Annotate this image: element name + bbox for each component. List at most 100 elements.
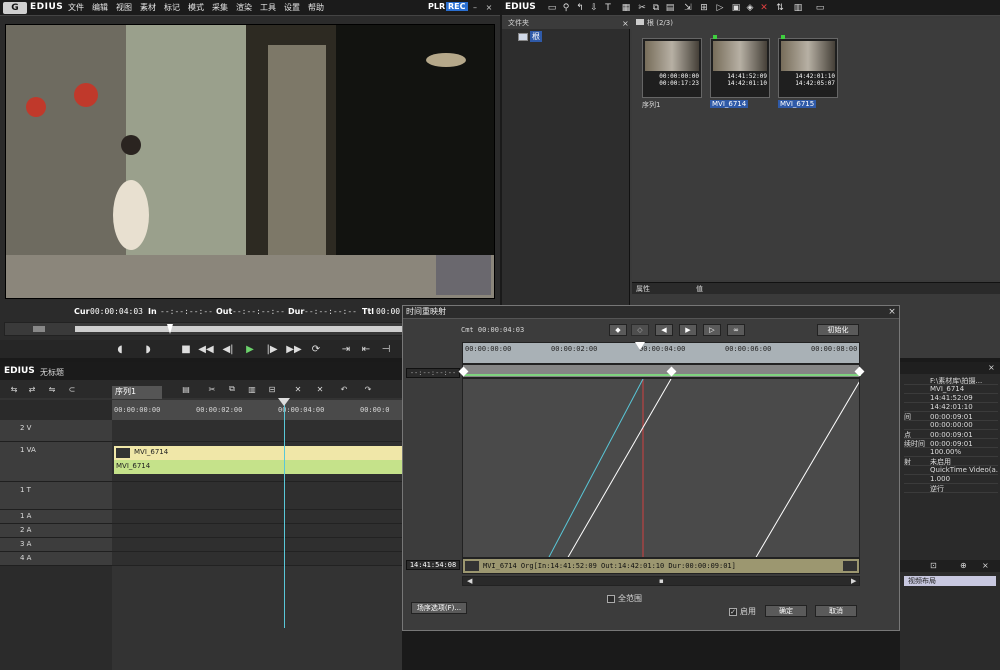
cut-icon[interactable]: ✂ (636, 2, 648, 14)
folder-icon[interactable]: ▭ (546, 2, 558, 14)
ripple-icon[interactable]: ⇄ (26, 383, 38, 395)
menu-item[interactable]: 采集 (212, 2, 228, 13)
track-header-3a[interactable]: 3 A (0, 538, 112, 552)
timeline-ruler[interactable]: 00:00:00:00 00:00:02:00 00:00:04:00 00:0… (112, 400, 402, 420)
track-lane-1t[interactable] (112, 482, 402, 510)
proxy-icon[interactable]: ◈ (744, 2, 756, 14)
delete-icon[interactable]: ✕ (758, 2, 770, 14)
enable-checkbox[interactable]: ✓ 启用 (729, 606, 756, 617)
next-keyframe-icon[interactable]: ▶ (679, 324, 697, 336)
redo-icon[interactable]: ↷ (362, 383, 374, 395)
ripple-delete-icon[interactable]: ✕ (314, 383, 326, 395)
track-lane-3a[interactable] (112, 538, 402, 552)
paste-icon[interactable]: ▥ (246, 383, 258, 395)
pin-icon[interactable]: ⊕ (960, 561, 967, 570)
menu-item[interactable]: 帮助 (308, 2, 324, 13)
menu-item[interactable]: 素材 (140, 2, 156, 13)
remap-ruler[interactable]: 00:00:00:00 00:00:02:00 00:00:04:00 00:0… (462, 342, 860, 364)
add-sequence-icon[interactable]: ⊞ (698, 2, 710, 14)
audio-clip[interactable]: MVI_6714 (114, 460, 402, 474)
play-icon[interactable]: ▶ (242, 342, 258, 356)
briefcase-icon[interactable]: ▭ (814, 2, 826, 14)
stop-icon[interactable]: ■ (178, 342, 194, 356)
paste-icon[interactable]: ▤ (664, 2, 676, 14)
plr-toggle[interactable]: PLR (428, 2, 445, 11)
step-back-icon[interactable]: ◀| (220, 342, 236, 356)
minimize-icon[interactable]: – (470, 2, 480, 12)
import-icon[interactable]: ⇩ (588, 2, 600, 14)
track-header-1a[interactable]: 1 A (0, 510, 112, 524)
rec-toggle[interactable]: REC (446, 2, 468, 11)
keyframe-lane[interactable] (458, 364, 865, 378)
full-range-checkbox[interactable]: 全范围 (607, 593, 642, 604)
set-out-icon[interactable]: ◗ (140, 342, 156, 356)
clip-thumbnail[interactable]: 00:00:00:00 00:00:17:23 (642, 38, 702, 98)
track-header-1va[interactable]: 1 VA (0, 442, 112, 482)
menu-item[interactable]: 设置 (284, 2, 300, 13)
tab-icon[interactable]: ⊡ (930, 561, 937, 570)
menu-item[interactable]: 渲染 (236, 2, 252, 13)
insert-icon[interactable]: ⇥ (338, 342, 354, 356)
track-lane-1va[interactable]: MVI_6714 MVI_6714 (112, 442, 402, 482)
track-header-4a[interactable]: 4 A (0, 552, 112, 566)
sync-icon[interactable]: ⇋ (46, 383, 58, 395)
close-icon[interactable]: × (484, 2, 494, 12)
source-clip-bar[interactable]: MVI_6714 Org[In:14:41:52:09 Out:14:42:01… (462, 558, 860, 574)
track-lane-2a[interactable] (112, 524, 402, 538)
field-options-button[interactable]: 场序选项(F)... (411, 602, 467, 614)
checkbox-icon[interactable] (607, 594, 615, 603)
view-mode-icon[interactable]: ▥ (792, 2, 804, 14)
loop-icon[interactable]: ∞ (727, 324, 745, 336)
video-layout-tab[interactable]: 视频布局 (904, 576, 996, 586)
rewind-icon[interactable]: ◀◀ (198, 342, 214, 356)
sort-icon[interactable]: ⇅ (774, 2, 786, 14)
cut-icon[interactable]: ✂ (206, 383, 218, 395)
track-header-2v[interactable]: 2 V (0, 420, 112, 442)
step-forward-icon[interactable]: |▶ (264, 342, 280, 356)
player-icon[interactable]: ▷ (714, 2, 726, 14)
menu-item[interactable]: 视图 (116, 2, 132, 13)
overwrite-icon[interactable]: ⇤ (358, 342, 374, 356)
cancel-button[interactable]: 取消 (815, 605, 857, 617)
mode-icon[interactable]: ⇆ (8, 383, 20, 395)
ok-button[interactable]: 确定 (765, 605, 807, 617)
title-icon[interactable]: T (602, 2, 614, 14)
delete-icon[interactable]: ✕ (292, 383, 304, 395)
close-icon[interactable]: × (988, 363, 995, 372)
set-in-icon[interactable]: ◖ (112, 342, 128, 356)
menu-item[interactable]: 编辑 (92, 2, 108, 13)
match-frame-icon[interactable]: ⊣ (378, 342, 394, 356)
scrub-handle[interactable] (33, 326, 45, 332)
folder-root-item[interactable]: 根 (518, 31, 542, 42)
video-clip[interactable]: MVI_6714 (114, 446, 402, 460)
scroll-left-icon[interactable]: ◀ (467, 577, 472, 585)
menu-item[interactable]: 标记 (164, 2, 180, 13)
save-icon[interactable]: ▤ (180, 383, 192, 395)
timeline-playhead[interactable] (284, 398, 285, 628)
folder-close-icon[interactable]: × (622, 19, 629, 28)
undo-icon[interactable]: ↶ (338, 383, 350, 395)
fast-forward-icon[interactable]: ▶▶ (286, 342, 302, 356)
remap-scrollbar[interactable]: ◀ ▪ ▶ (462, 576, 860, 586)
close-icon[interactable]: × (982, 561, 989, 570)
dialog-close-icon[interactable]: × (887, 307, 897, 317)
track-lane-4a[interactable] (112, 552, 402, 566)
menu-item[interactable]: 文件 (68, 2, 84, 13)
track-lane-1a[interactable] (112, 510, 402, 524)
add-keyframe-icon[interactable]: ◆ (609, 324, 627, 336)
menu-item[interactable]: 工具 (260, 2, 276, 13)
track-header-2a[interactable]: 2 A (0, 524, 112, 538)
prev-keyframe-icon[interactable]: ◀ (655, 324, 673, 336)
scroll-thumb[interactable]: ▪ (659, 577, 664, 585)
initialize-button[interactable]: 初始化 (817, 324, 859, 336)
color-bar-icon[interactable]: ▦ (620, 2, 632, 14)
replace-icon[interactable]: ⊟ (266, 383, 278, 395)
copy-icon[interactable]: ⧉ (650, 2, 662, 14)
menu-item[interactable]: 模式 (188, 2, 204, 13)
link-icon[interactable]: ⊂ (66, 383, 78, 395)
copy-icon[interactable]: ⧉ (226, 383, 238, 395)
up-folder-icon[interactable]: ↰ (574, 2, 586, 14)
delete-keyframe-icon[interactable]: ◇ (631, 324, 649, 336)
track-lane-2v[interactable] (112, 420, 402, 442)
scroll-right-icon[interactable]: ▶ (851, 577, 856, 585)
